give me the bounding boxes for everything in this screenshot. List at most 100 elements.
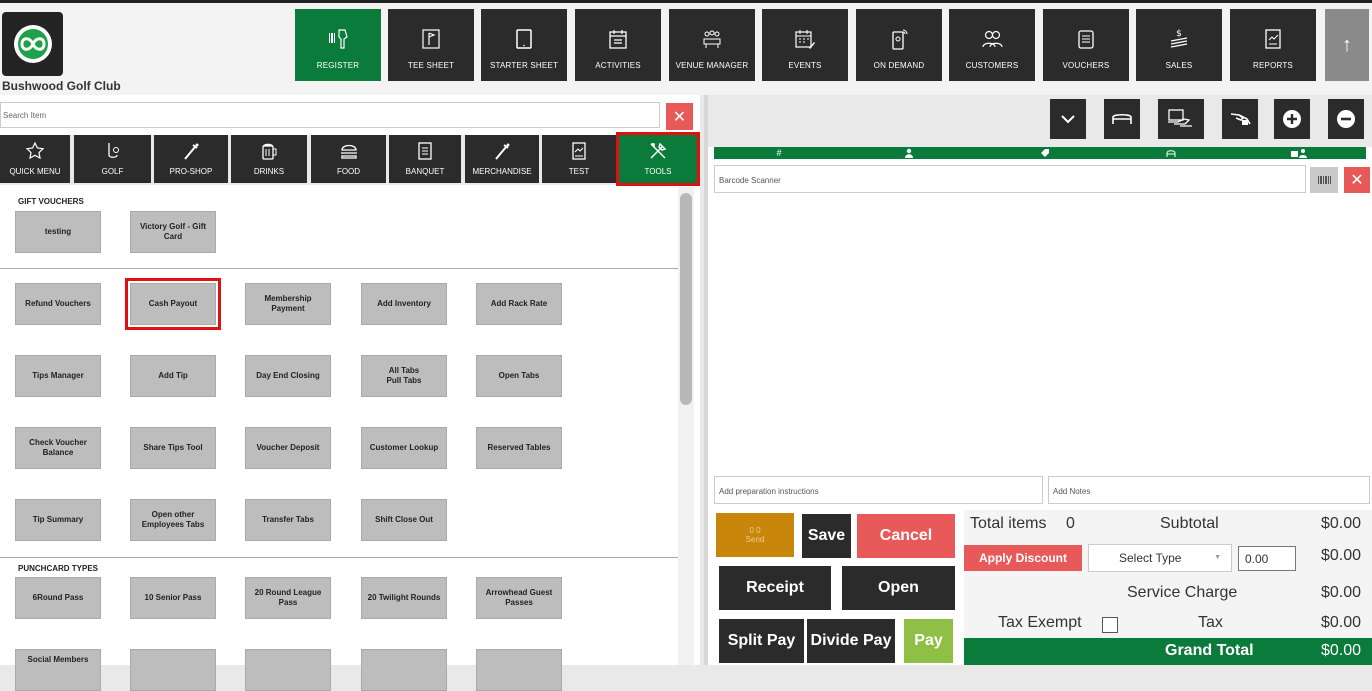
nav-activities[interactable]: ACTIVITIES [575,9,661,81]
punchcard-button[interactable] [130,649,216,691]
nav-starter-sheet[interactable]: STARTER SHEET [481,9,567,81]
category-banquet[interactable]: BANQUET [389,135,461,183]
voucher-deposit-button[interactable]: Voucher Deposit [245,427,331,469]
category-tools[interactable]: TOOLS [616,132,700,186]
phone-signal-icon [892,29,908,50]
tax-exempt-checkbox[interactable] [1102,617,1118,633]
category-test[interactable]: TEST [542,135,616,183]
punchcard-button[interactable] [476,649,562,691]
report-icon [1265,29,1281,49]
tag-icon [1041,149,1049,157]
open-button[interactable]: Open [842,566,955,610]
expand-button[interactable] [1050,99,1086,139]
calendar-edit-icon [795,30,815,49]
prep-instructions-input[interactable]: Add preparation instructions [714,476,1043,504]
discount-type-select[interactable]: Select Type ▼ [1088,544,1232,572]
nav-reports[interactable]: REPORTS [1230,9,1316,81]
punchcard-20-twilight-rounds-button[interactable]: 20 Twilight Rounds [361,577,447,619]
order-panel: # Barcode Scanner ✕ Add preparation inst… [708,95,1372,665]
apply-discount-button[interactable]: Apply Discount [964,545,1082,571]
add-tip-button[interactable]: Add Tip [130,355,216,397]
hand-card-button[interactable] [1158,99,1204,139]
users-icon [982,30,1003,48]
category-food[interactable]: FOOD [311,135,386,183]
arrow-up-icon: ↑ [1342,33,1352,56]
day-end-closing-button[interactable]: Day End Closing [245,355,331,397]
table-button[interactable] [1104,99,1140,139]
discount-value-input[interactable]: 0.00 [1238,546,1296,571]
section-title-punchcard-types: PUNCHCARD TYPES [18,564,99,573]
punchcard-20-round-league-pass-button[interactable]: 20 Round League Pass [245,577,331,619]
reserved-tables-button[interactable]: Reserved Tables [476,427,562,469]
category-label: TEST [568,167,590,176]
membership-payment-button[interactable]: Membership Payment [245,283,331,325]
scroll-up-button[interactable]: ↑ [1325,9,1369,81]
service-charge-label: Service Charge [1127,584,1238,601]
cash-payout-button[interactable]: Cash Payout [125,278,221,330]
nav-label: CUSTOMERS [965,61,1019,70]
punchcard-button[interactable] [245,649,331,691]
burger-icon [340,144,357,159]
transfer-tabs-button[interactable]: Transfer Tabs [245,499,331,541]
tips-manager-button[interactable]: Tips Manager [15,355,101,397]
split-pay-button[interactable]: Split Pay [719,619,804,663]
nav-customers[interactable]: CUSTOMERS [949,9,1035,81]
receipt-button[interactable]: Receipt [719,566,831,610]
open-tabs-button[interactable]: Open Tabs [476,355,562,397]
cash-icon: $ [1170,29,1188,48]
people-table-icon [703,30,721,48]
punchcard-10-senior-pass-button[interactable]: 10 Senior Pass [130,577,216,619]
nav-venue-manager[interactable]: VENUE MANAGER [669,9,755,81]
category-drinks[interactable]: DRINKS [231,135,307,183]
add-item-button[interactable] [1274,99,1310,139]
tip-summary-button[interactable]: Tip Summary [15,499,101,541]
category-pro-shop[interactable]: PRO-SHOP [154,135,228,183]
add-rack-rate-button[interactable]: Add Rack Rate [476,283,562,325]
scrollbar-thumb[interactable] [680,193,692,405]
category-label: FOOD [336,167,361,176]
share-tips-tool-button[interactable]: Share Tips Tool [130,427,216,469]
gift-testing-button[interactable]: testing [15,211,101,253]
send-button[interactable]: 0 0 Send [716,513,794,557]
document-icon [418,142,432,160]
shift-close-out-button[interactable]: Shift Close Out [361,499,447,541]
item-panel: Search Item ✕ QUICK MENU GOLF PRO-SHOP D… [0,95,700,691]
nav-vouchers[interactable]: VOUCHERS [1043,9,1129,81]
save-button[interactable]: Save [802,514,851,558]
nav-register[interactable]: REGISTER [295,9,381,81]
all-tabs-pull-tabs-button[interactable]: All Tabs Pull Tabs [361,355,447,397]
punchcard-button[interactable] [361,649,447,691]
nav-sales[interactable]: $ SALES [1136,9,1222,81]
handoff-button[interactable] [1222,99,1258,139]
add-inventory-button[interactable]: Add Inventory [361,283,447,325]
punchcard-6round-pass-button[interactable]: 6Round Pass [15,577,101,619]
star-icon [25,141,45,160]
social-members-button[interactable]: Social Members [15,649,101,691]
notes-input[interactable]: Add Notes [1048,476,1370,504]
customer-lookup-button[interactable]: Customer Lookup [361,427,447,469]
scrollbar[interactable] [678,187,694,665]
category-quick-menu[interactable]: QUICK MENU [0,135,70,183]
nav-on-demand[interactable]: ON DEMAND [856,9,942,81]
divide-pay-button[interactable]: Divide Pay [807,619,895,663]
cancel-button[interactable]: Cancel [857,514,955,558]
total-items-value: 0 [1066,515,1075,532]
barcode-button[interactable] [1310,167,1338,193]
remove-item-button[interactable] [1328,99,1364,139]
clear-search-button[interactable]: ✕ [666,103,693,130]
nav-events[interactable]: EVENTS [762,9,848,81]
category-golf[interactable]: GOLF [74,135,151,183]
open-other-employees-tabs-button[interactable]: Open other Employees Tabs [130,499,216,541]
tool-grid: GIFT VOUCHERS testing Victory Golf - Gif… [0,187,678,691]
category-merchandise[interactable]: MERCHANDISE [465,135,539,183]
search-input[interactable]: Search Item [0,102,660,128]
clear-barcode-button[interactable]: ✕ [1344,167,1370,193]
pay-button[interactable]: Pay [904,619,953,663]
punchcard-arrowhead-guest-passes-button[interactable]: Arrowhead Guest Passes [476,577,562,619]
nav-tee-sheet[interactable]: TEE SHEET [388,9,474,81]
golf-club-icon [107,143,119,158]
refund-vouchers-button[interactable]: Refund Vouchers [15,283,101,325]
gift-victory-golf-button[interactable]: Victory Golf - Gift Card [130,211,216,253]
barcode-scanner-input[interactable]: Barcode Scanner [714,165,1306,193]
check-voucher-balance-button[interactable]: Check Voucher Balance [15,427,101,469]
